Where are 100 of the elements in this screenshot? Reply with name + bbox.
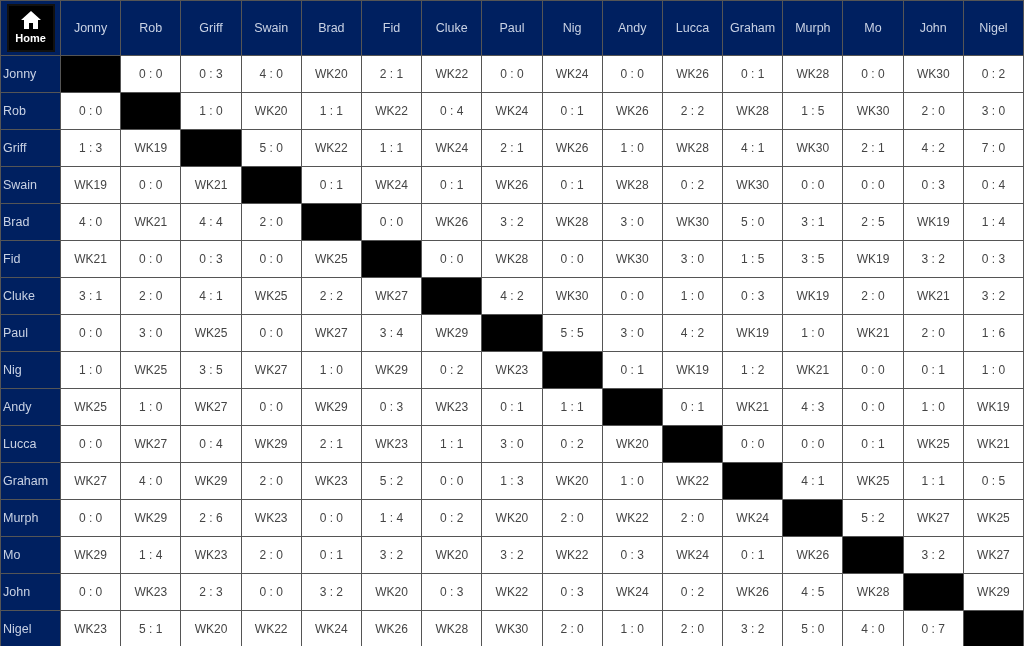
table-cell: 4 : 1 bbox=[180, 277, 242, 315]
table-cell: 4 : 1 bbox=[722, 129, 783, 167]
table-cell: 0 : 3 bbox=[602, 536, 663, 574]
table-cell: 0 : 0 bbox=[301, 499, 362, 537]
table-cell: WK21 bbox=[120, 203, 181, 241]
table-cell: 2 : 0 bbox=[241, 462, 302, 500]
table-cell: 0 : 3 bbox=[903, 166, 964, 204]
table-cell: WK19 bbox=[963, 388, 1024, 426]
table-cell: 0 : 1 bbox=[662, 388, 723, 426]
table-cell: WK30 bbox=[481, 610, 542, 646]
table-cell: WK20 bbox=[481, 499, 542, 537]
table-cell: 2 : 0 bbox=[662, 499, 723, 537]
home-button[interactable]: Home bbox=[6, 4, 55, 52]
table-cell: 0 : 7 bbox=[903, 610, 964, 646]
table-cell: 2 : 1 bbox=[361, 55, 422, 93]
table-cell: 1 : 2 bbox=[722, 351, 783, 389]
table-cell: WK29 bbox=[301, 388, 362, 426]
table-cell: WK23 bbox=[301, 462, 362, 500]
table-cell: WK20 bbox=[180, 610, 242, 646]
column-header: Murph bbox=[782, 0, 843, 56]
table-cell: 2 : 0 bbox=[842, 277, 904, 315]
home-icon bbox=[19, 9, 42, 30]
table-cell: 0 : 1 bbox=[542, 166, 603, 204]
table-cell: 3 : 0 bbox=[481, 425, 542, 463]
table-cell: 4 : 0 bbox=[842, 610, 904, 646]
table-cell: 0 : 1 bbox=[722, 55, 783, 93]
table-cell: 0 : 0 bbox=[60, 573, 121, 611]
blank-cell bbox=[421, 277, 482, 315]
table-cell: 1 : 0 bbox=[963, 351, 1024, 389]
table-cell: WK20 bbox=[542, 462, 603, 500]
table-cell: 3 : 5 bbox=[180, 351, 242, 389]
table-cell: 0 : 0 bbox=[602, 55, 663, 93]
table-cell: WK26 bbox=[421, 203, 482, 241]
table-cell: WK28 bbox=[421, 610, 482, 646]
table-cell: 1 : 1 bbox=[903, 462, 964, 500]
table-cell: WK26 bbox=[722, 573, 783, 611]
row-header: Lucca bbox=[0, 425, 61, 463]
table-cell: 0 : 3 bbox=[180, 240, 242, 278]
table-cell: 3 : 4 bbox=[361, 314, 422, 352]
table-cell: 0 : 3 bbox=[180, 55, 242, 93]
table-cell: WK29 bbox=[60, 536, 121, 574]
column-header: Cluke bbox=[421, 0, 482, 56]
row-header: Brad bbox=[0, 203, 61, 241]
table-cell: 0 : 1 bbox=[842, 425, 904, 463]
row-header: Fid bbox=[0, 240, 61, 278]
column-header: Fid bbox=[361, 0, 422, 56]
table-cell: WK24 bbox=[602, 573, 663, 611]
table-cell: 4 : 2 bbox=[662, 314, 723, 352]
table-cell: 3 : 2 bbox=[481, 536, 542, 574]
table-cell: WK27 bbox=[361, 277, 422, 315]
table-cell: WK21 bbox=[60, 240, 121, 278]
table-cell: 0 : 0 bbox=[842, 166, 904, 204]
table-cell: 0 : 0 bbox=[842, 388, 904, 426]
table-cell: 2 : 5 bbox=[842, 203, 904, 241]
table-cell: WK20 bbox=[301, 55, 362, 93]
table-cell: WK22 bbox=[361, 92, 422, 130]
table-cell: 1 : 0 bbox=[60, 351, 121, 389]
table-cell: 1 : 0 bbox=[903, 388, 964, 426]
table-cell: 7 : 0 bbox=[963, 129, 1024, 167]
table-cell: WK24 bbox=[722, 499, 783, 537]
row-header: John bbox=[0, 573, 61, 611]
column-header: Graham bbox=[722, 0, 783, 56]
table-cell: 1 : 6 bbox=[963, 314, 1024, 352]
table-cell: WK25 bbox=[60, 388, 121, 426]
table-cell: WK29 bbox=[241, 425, 302, 463]
table-cell: WK30 bbox=[782, 129, 843, 167]
blank-cell bbox=[301, 203, 362, 241]
table-cell: 0 : 1 bbox=[481, 388, 542, 426]
table-cell: 2 : 1 bbox=[301, 425, 362, 463]
table-cell: 3 : 0 bbox=[963, 92, 1024, 130]
table-cell: WK23 bbox=[60, 610, 121, 646]
table-cell: 0 : 0 bbox=[60, 499, 121, 537]
column-header: John bbox=[903, 0, 964, 56]
table-cell: 0 : 0 bbox=[241, 314, 302, 352]
table-cell: WK23 bbox=[481, 351, 542, 389]
row-header: Griff bbox=[0, 129, 61, 167]
table-cell: WK26 bbox=[662, 55, 723, 93]
table-cell: 1 : 1 bbox=[542, 388, 603, 426]
table-cell: 3 : 1 bbox=[782, 203, 843, 241]
table-cell: WK25 bbox=[301, 240, 362, 278]
table-cell: 1 : 4 bbox=[963, 203, 1024, 241]
table-cell: 2 : 2 bbox=[662, 92, 723, 130]
table-cell: 0 : 0 bbox=[602, 277, 663, 315]
table-cell: 0 : 0 bbox=[120, 55, 181, 93]
table-cell: 1 : 0 bbox=[602, 462, 663, 500]
row-header: Andy bbox=[0, 388, 61, 426]
table-cell: 3 : 2 bbox=[903, 240, 964, 278]
blank-cell bbox=[903, 573, 964, 611]
table-cell: 0 : 0 bbox=[421, 240, 482, 278]
table-cell: 1 : 1 bbox=[301, 92, 362, 130]
table-cell: WK28 bbox=[722, 92, 783, 130]
table-cell: 3 : 2 bbox=[301, 573, 362, 611]
table-cell: 1 : 0 bbox=[602, 610, 663, 646]
table-cell: 1 : 4 bbox=[120, 536, 181, 574]
table-cell: 0 : 0 bbox=[481, 55, 542, 93]
table-cell: 0 : 2 bbox=[421, 499, 482, 537]
table-cell: 0 : 3 bbox=[361, 388, 422, 426]
row-header: Cluke bbox=[0, 277, 61, 315]
table-cell: WK27 bbox=[963, 536, 1024, 574]
table-cell: 2 : 0 bbox=[542, 610, 603, 646]
